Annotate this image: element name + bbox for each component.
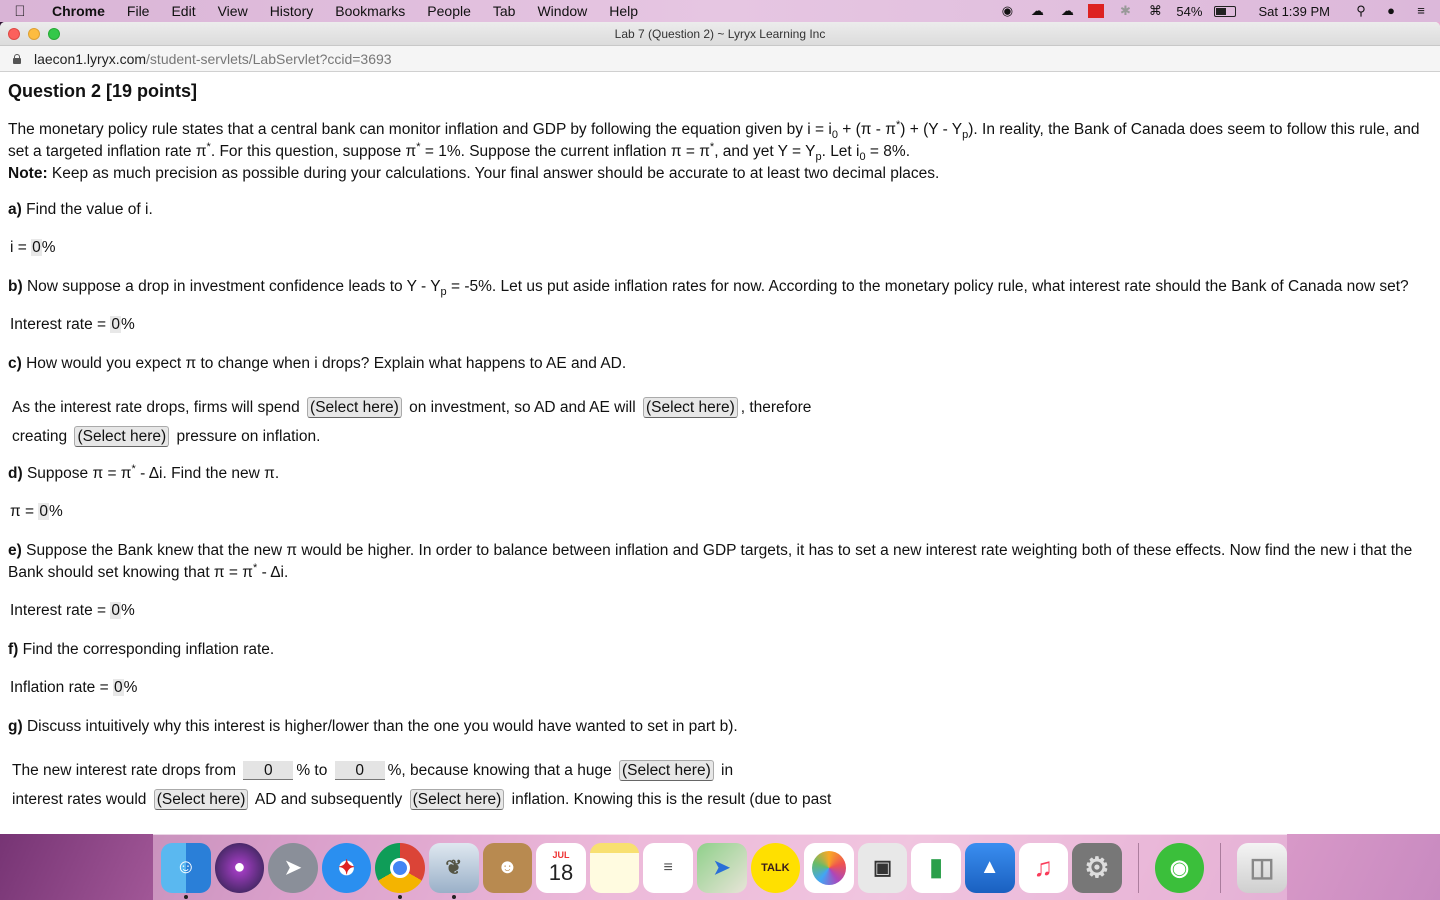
part-d-value[interactable]: 0 (38, 503, 49, 520)
wechat-icon[interactable]: ◉ (1154, 842, 1205, 893)
menu-edit[interactable]: Edit (160, 3, 206, 19)
safari-icon[interactable]: ✦ (321, 842, 372, 893)
lock-icon[interactable] (12, 53, 22, 64)
creative-cloud-icon[interactable]: ◉ (998, 4, 1016, 18)
part-b-value[interactable]: 0 (110, 316, 121, 333)
part-e-prompt: e) Suppose the Bank knew that the new π … (8, 542, 1413, 581)
address-bar[interactable]: laecon1.lyryx.com/student-servlets/LabSe… (0, 46, 1440, 72)
maps-icon[interactable]: ➤ (696, 842, 747, 893)
window-title: Lab 7 (Question 2) ~ Lyryx Learning Inc (614, 27, 826, 41)
spotlight-search-icon[interactable]: ⚲ (1352, 4, 1370, 18)
menu-people[interactable]: People (416, 3, 482, 19)
part-d-prompt: d) Suppose π = π* - Δi. Find the new π. (8, 462, 280, 482)
part-a-prompt: a) Find the value of i. (8, 201, 153, 218)
cloud-icon[interactable]: ☁ (1058, 4, 1076, 18)
part-e-answer: Interest rate = 0% (10, 602, 135, 619)
trash-icon[interactable]: ◫ (1237, 842, 1287, 893)
menu-bar:  Chrome File Edit View History Bookmark… (0, 0, 1440, 22)
dock: ☺ ● ➤ ✦ ❦ ☻ JUL 18 ≡ ➤ TALK ▣ ▮ ▲ ♫ ⚙ ◉ … (153, 834, 1287, 900)
contacts-icon[interactable]: ☻ (482, 842, 533, 893)
part-c-prompt: c) How would you expect π to change when… (8, 355, 627, 372)
part-b-answer: Interest rate = 0% (10, 316, 135, 333)
battery-percent: 54% (1176, 3, 1203, 19)
dock-separator (1220, 842, 1222, 893)
part-c-select-1[interactable]: (Select here) (307, 397, 402, 418)
part-a-answer: i = 0% (10, 239, 56, 256)
chrome-icon[interactable] (375, 842, 425, 899)
notes-icon[interactable] (589, 842, 640, 893)
finder-icon[interactable]: ☺ (161, 842, 211, 899)
part-g-sentence: The new interest rate drops from 0% to 0… (12, 760, 832, 810)
part-g-select-2[interactable]: (Select here) (153, 789, 249, 810)
menu-bookmarks[interactable]: Bookmarks (324, 3, 416, 19)
numbers-icon[interactable]: ▮ (911, 842, 961, 893)
question-heading: Question 2 [19 points] (8, 81, 198, 101)
menu-help[interactable]: Help (598, 3, 649, 19)
system-preferences-icon[interactable]: ⚙ (1072, 842, 1122, 893)
calendar-month: JUL (552, 849, 570, 860)
launchpad-icon[interactable]: ➤ (268, 842, 318, 893)
part-g-input-from[interactable]: 0 (243, 761, 294, 780)
clock[interactable]: Sat 1:39 PM (1258, 4, 1330, 19)
part-g-prompt: g) Discuss intuitively why this interest… (8, 718, 738, 735)
window-titlebar: Lab 7 (Question 2) ~ Lyryx Learning Inc (0, 22, 1440, 46)
wifi-icon[interactable]: ⌘ (1146, 4, 1164, 18)
screenshot-icon[interactable]: ▣ (857, 842, 908, 893)
upload-cloud-icon[interactable]: ☁ (1028, 4, 1046, 18)
part-e-value[interactable]: 0 (110, 602, 121, 619)
battery-icon[interactable] (1214, 5, 1237, 17)
apple-menu-icon[interactable]:  (0, 3, 40, 20)
browser-window: Lab 7 (Question 2) ~ Lyryx Learning Inc … (0, 22, 1440, 834)
part-g-select-1[interactable]: (Select here) (619, 760, 714, 781)
dock-separator (1137, 842, 1139, 893)
menu-file[interactable]: File (116, 3, 161, 19)
keynote-icon[interactable]: ▲ (964, 842, 1015, 893)
part-g-select-3[interactable]: (Select here) (409, 789, 505, 810)
part-b-prompt: b) Now suppose a drop in investment conf… (8, 278, 1409, 299)
preview-icon[interactable]: ❦ (428, 842, 479, 899)
part-c-select-3[interactable]: (Select here) (74, 426, 170, 447)
part-f-value[interactable]: 0 (112, 679, 124, 696)
calendar-icon[interactable]: JUL 18 (536, 842, 586, 893)
notification-center-icon[interactable]: ≡ (1412, 4, 1430, 18)
menu-tab[interactable]: Tab (482, 3, 527, 19)
input-source-flag-icon[interactable] (1088, 4, 1105, 18)
url-host[interactable]: laecon1.lyryx.com (34, 51, 146, 67)
part-d-answer: π = 0% (10, 503, 63, 520)
siri-icon[interactable]: ● (1382, 4, 1400, 18)
page-content: Question 2 [19 points] The monetary poli… (0, 72, 1440, 834)
question-note: Note: Keep as much precision as possible… (8, 165, 940, 182)
part-c-sentence: As the interest rate drops, firms will s… (12, 397, 812, 447)
status-area: ◉ ☁ ☁ ✱ ⌘ 54% Sat 1:39 PM ⚲ ● ≡ (998, 0, 1430, 22)
bluetooth-icon[interactable]: ✱ (1116, 4, 1134, 18)
menu-window[interactable]: Window (526, 3, 598, 19)
kakaotalk-icon[interactable]: TALK (750, 842, 801, 893)
part-f-prompt: f) Find the corresponding inflation rate… (8, 641, 275, 658)
part-g-input-to[interactable]: 0 (334, 761, 385, 780)
music-icon[interactable]: ♫ (1018, 842, 1069, 893)
part-a-value[interactable]: 0 (31, 239, 42, 256)
calendar-day: 18 (548, 859, 574, 885)
question-intro: The monetary policy rule states that a c… (8, 118, 1420, 164)
part-c-select-2[interactable]: (Select here) (643, 397, 738, 418)
menu-app-name[interactable]: Chrome (40, 3, 116, 19)
menu-view[interactable]: View (207, 3, 259, 19)
part-f-answer: Inflation rate = 0% (10, 679, 138, 696)
photos-icon[interactable] (804, 842, 854, 893)
url-path[interactable]: /student-servlets/LabServlet?ccid=3693 (146, 51, 392, 67)
menu-history[interactable]: History (259, 3, 325, 19)
reminders-icon[interactable]: ≡ (643, 842, 693, 893)
siri-icon[interactable]: ● (214, 842, 265, 893)
